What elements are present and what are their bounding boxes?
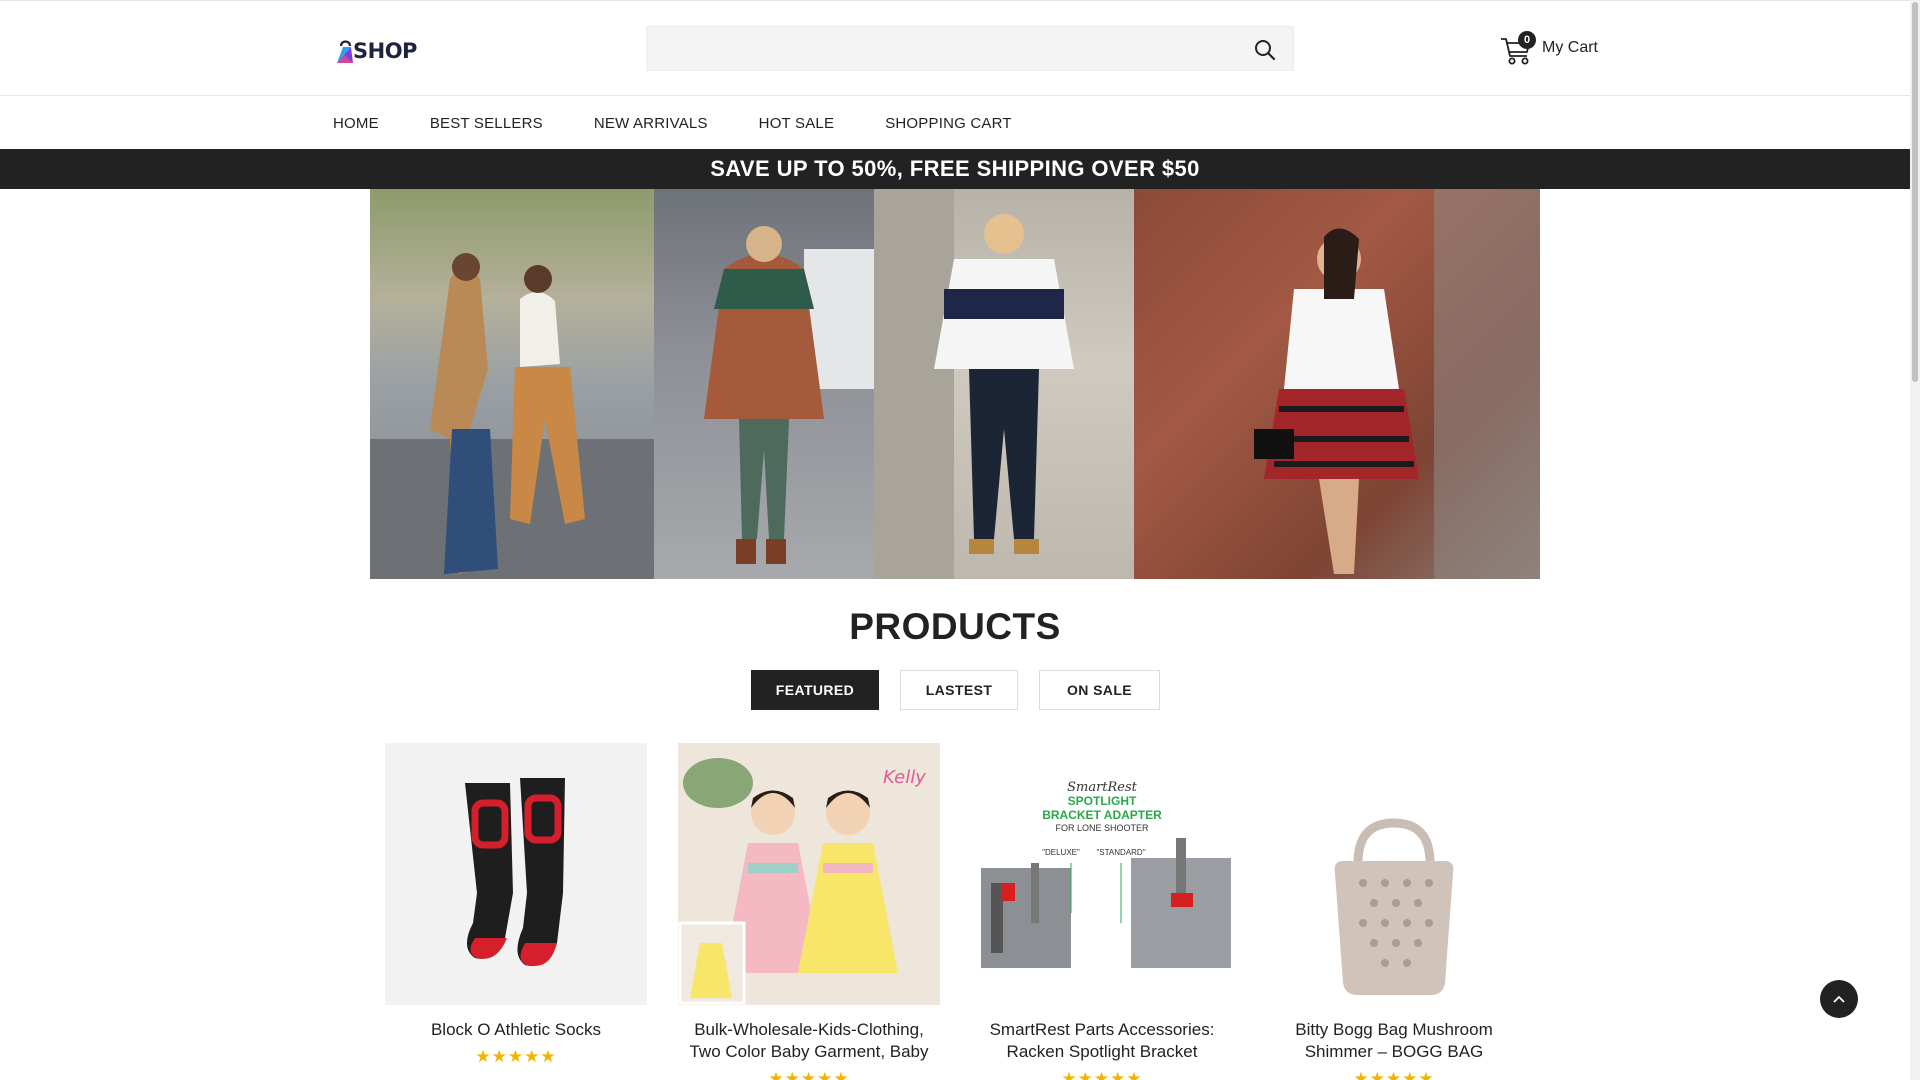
hero-banner[interactable] [370, 189, 1540, 579]
smartrest-deluxe-label: "DELUXE" [1042, 848, 1080, 857]
product-card[interactable]: Bitty Bogg Bag Mushroom Shimmer – BOGG B… [1263, 743, 1525, 1080]
cart-icon: 0 [1500, 30, 1536, 66]
product-name[interactable]: Bulk-Wholesale-Kids-Clothing, Two Color … [678, 1019, 940, 1063]
product-card[interactable]: Kelly Bulk-Wholesale-Kids-Clothing, Two … [678, 743, 940, 1080]
product-name[interactable]: SmartRest Parts Accessories: Racken Spot… [971, 1019, 1233, 1063]
hero-photo-1 [370, 189, 654, 579]
product-card[interactable]: SmartRest SPOTLIGHT BRACKET ADAPTER FOR … [971, 743, 1233, 1080]
search-bar [646, 26, 1294, 71]
search-button[interactable] [1253, 38, 1277, 62]
svg-text:Kelly: Kelly [883, 767, 926, 788]
product-card[interactable]: Block O Athletic Socks ★★★★★ [385, 743, 647, 1067]
promo-banner: SAVE UP TO 50%, FREE SHIPPING OVER $50 [0, 149, 1910, 189]
rating-stars: ★★★★★ [1353, 1069, 1435, 1080]
nav-shopping-cart[interactable]: SHOPPING CART [885, 115, 1012, 132]
smartrest-line2: BRACKET ADAPTER [1042, 808, 1162, 822]
smartrest-line3: FOR LONE SHOOTER [1055, 823, 1149, 833]
smartrest-brand-text: SmartRest [1067, 780, 1138, 795]
nav-home[interactable]: HOME [333, 115, 379, 132]
cart-count-badge: 0 [1518, 31, 1536, 49]
rating-stars: ★★★★★ [1061, 1069, 1143, 1080]
scrollbar-thumb[interactable] [1912, 2, 1918, 382]
product-image-kids-dresses[interactable]: Kelly [678, 743, 940, 1005]
nav-hot-sale[interactable]: HOT SALE [759, 115, 835, 132]
product-image-bogg-bag[interactable] [1263, 743, 1525, 1005]
nav-new-arrivals[interactable]: NEW ARRIVALS [594, 115, 708, 132]
hero-photo-4 [1134, 189, 1540, 579]
shop-logo[interactable]: SHOP [335, 35, 417, 67]
product-name[interactable]: Block O Athletic Socks [385, 1019, 647, 1041]
my-cart-link[interactable]: 0 My Cart [1500, 28, 1598, 68]
nav-best-sellers[interactable]: BEST SELLERS [430, 115, 543, 132]
back-to-top-button[interactable] [1820, 980, 1858, 1018]
products-title: PRODUCTS [849, 606, 1061, 647]
search-input[interactable] [647, 27, 1293, 70]
site-header: SHOP 0 My Cart [0, 1, 1910, 96]
rating-stars: ★★★★★ [475, 1047, 557, 1066]
page-scrollbar[interactable] [1910, 0, 1920, 1080]
hero-photo-2 [654, 189, 874, 579]
hero-photo-3 [874, 189, 1134, 579]
chevron-up-icon [1833, 995, 1845, 1003]
product-name[interactable]: Bitty Bogg Bag Mushroom Shimmer – BOGG B… [1263, 1019, 1525, 1063]
rating-stars: ★★★★★ [768, 1069, 850, 1080]
cart-label: My Cart [1542, 39, 1598, 56]
logo-text: SHOP [353, 39, 417, 63]
logo-bag-icon [335, 37, 357, 65]
search-icon [1255, 40, 1276, 61]
tab-lastest[interactable]: LASTEST [900, 670, 1018, 710]
main-nav: HOME BEST SELLERS NEW ARRIVALS HOT SALE … [0, 97, 1910, 149]
product-grid: Block O Athletic Socks ★★★★★ Kelly Bulk-… [385, 743, 1525, 1080]
smartrest-line1: SPOTLIGHT [1068, 794, 1137, 808]
product-tabs: FEATURED LASTEST ON SALE [751, 670, 1181, 710]
product-image-socks[interactable] [385, 743, 647, 1005]
smartrest-standard-label: "STANDARD" [1096, 848, 1145, 857]
tab-on-sale[interactable]: ON SALE [1039, 670, 1160, 710]
tab-featured[interactable]: FEATURED [751, 670, 879, 710]
product-image-smartrest-bracket[interactable]: SmartRest SPOTLIGHT BRACKET ADAPTER FOR … [971, 743, 1233, 1005]
